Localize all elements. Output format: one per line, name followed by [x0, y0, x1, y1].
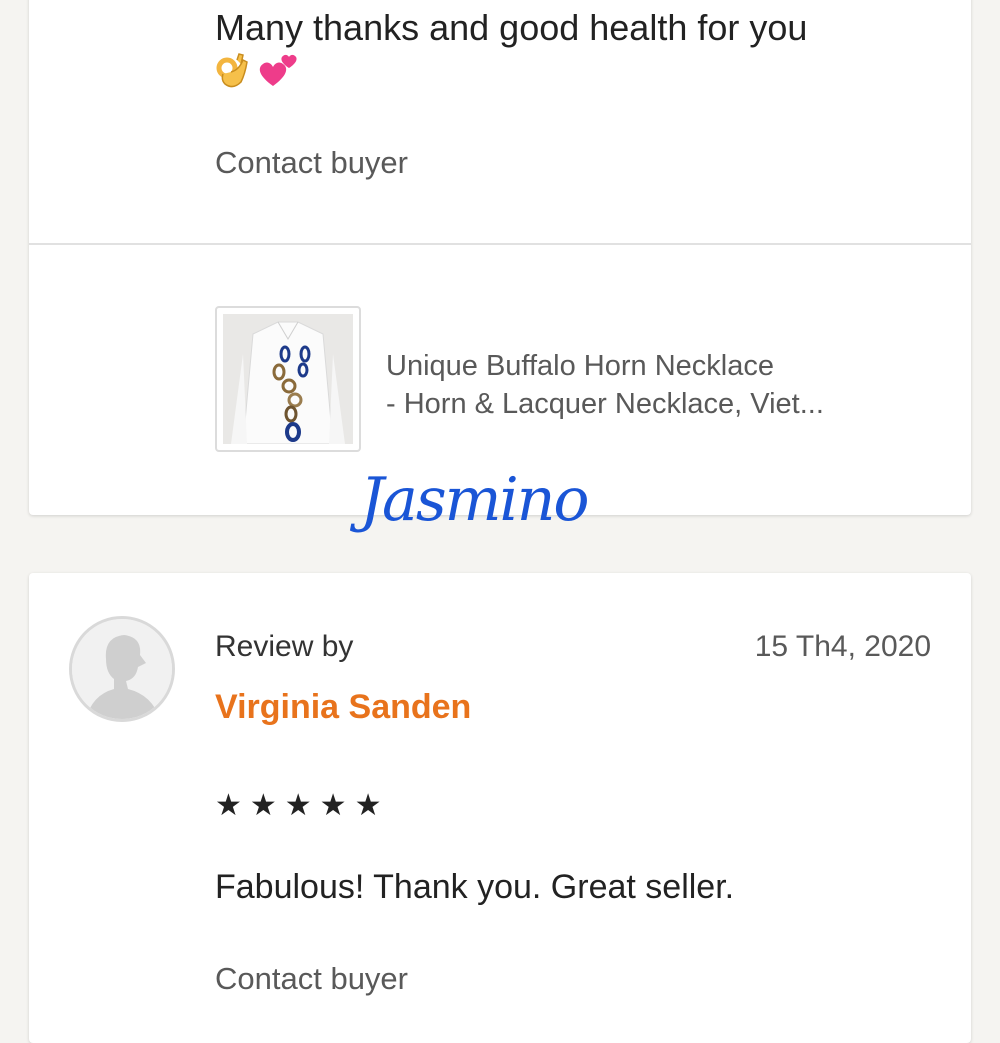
listing-title[interactable]: Unique Buffalo Horn Necklace - Horn & La…	[386, 347, 946, 423]
watermark-signature: Jasmino	[360, 465, 589, 535]
review-card-top: Many thanks and good health for you Cont…	[29, 0, 971, 515]
review-date: 15 Th4, 2020	[754, 630, 931, 663]
star-rating: ★★★★★	[215, 789, 390, 822]
emoji-row	[215, 52, 299, 92]
listing-title-line2: - Horn & Lacquer Necklace, Viet...	[386, 388, 824, 420]
two-hearts-icon	[255, 52, 299, 92]
ok-hand-emoji-icon	[215, 52, 251, 92]
review-card-bottom: Review by 15 Th4, 2020 Virginia Sanden ★…	[29, 573, 971, 1043]
review-message: Many thanks and good health for you	[215, 7, 808, 48]
default-avatar-icon	[72, 619, 172, 719]
avatar[interactable]	[69, 616, 175, 722]
review-text: Fabulous! Thank you. Great seller.	[215, 868, 735, 906]
listing-title-line1: Unique Buffalo Horn Necklace	[386, 350, 774, 382]
reviewer-name-link[interactable]: Virginia Sanden	[215, 688, 471, 727]
listing-thumbnail[interactable]	[215, 306, 361, 452]
contact-buyer-link[interactable]: Contact buyer	[215, 145, 408, 181]
contact-buyer-link[interactable]: Contact buyer	[215, 961, 408, 997]
review-by-label: Review by	[215, 630, 354, 663]
divider	[29, 243, 971, 245]
